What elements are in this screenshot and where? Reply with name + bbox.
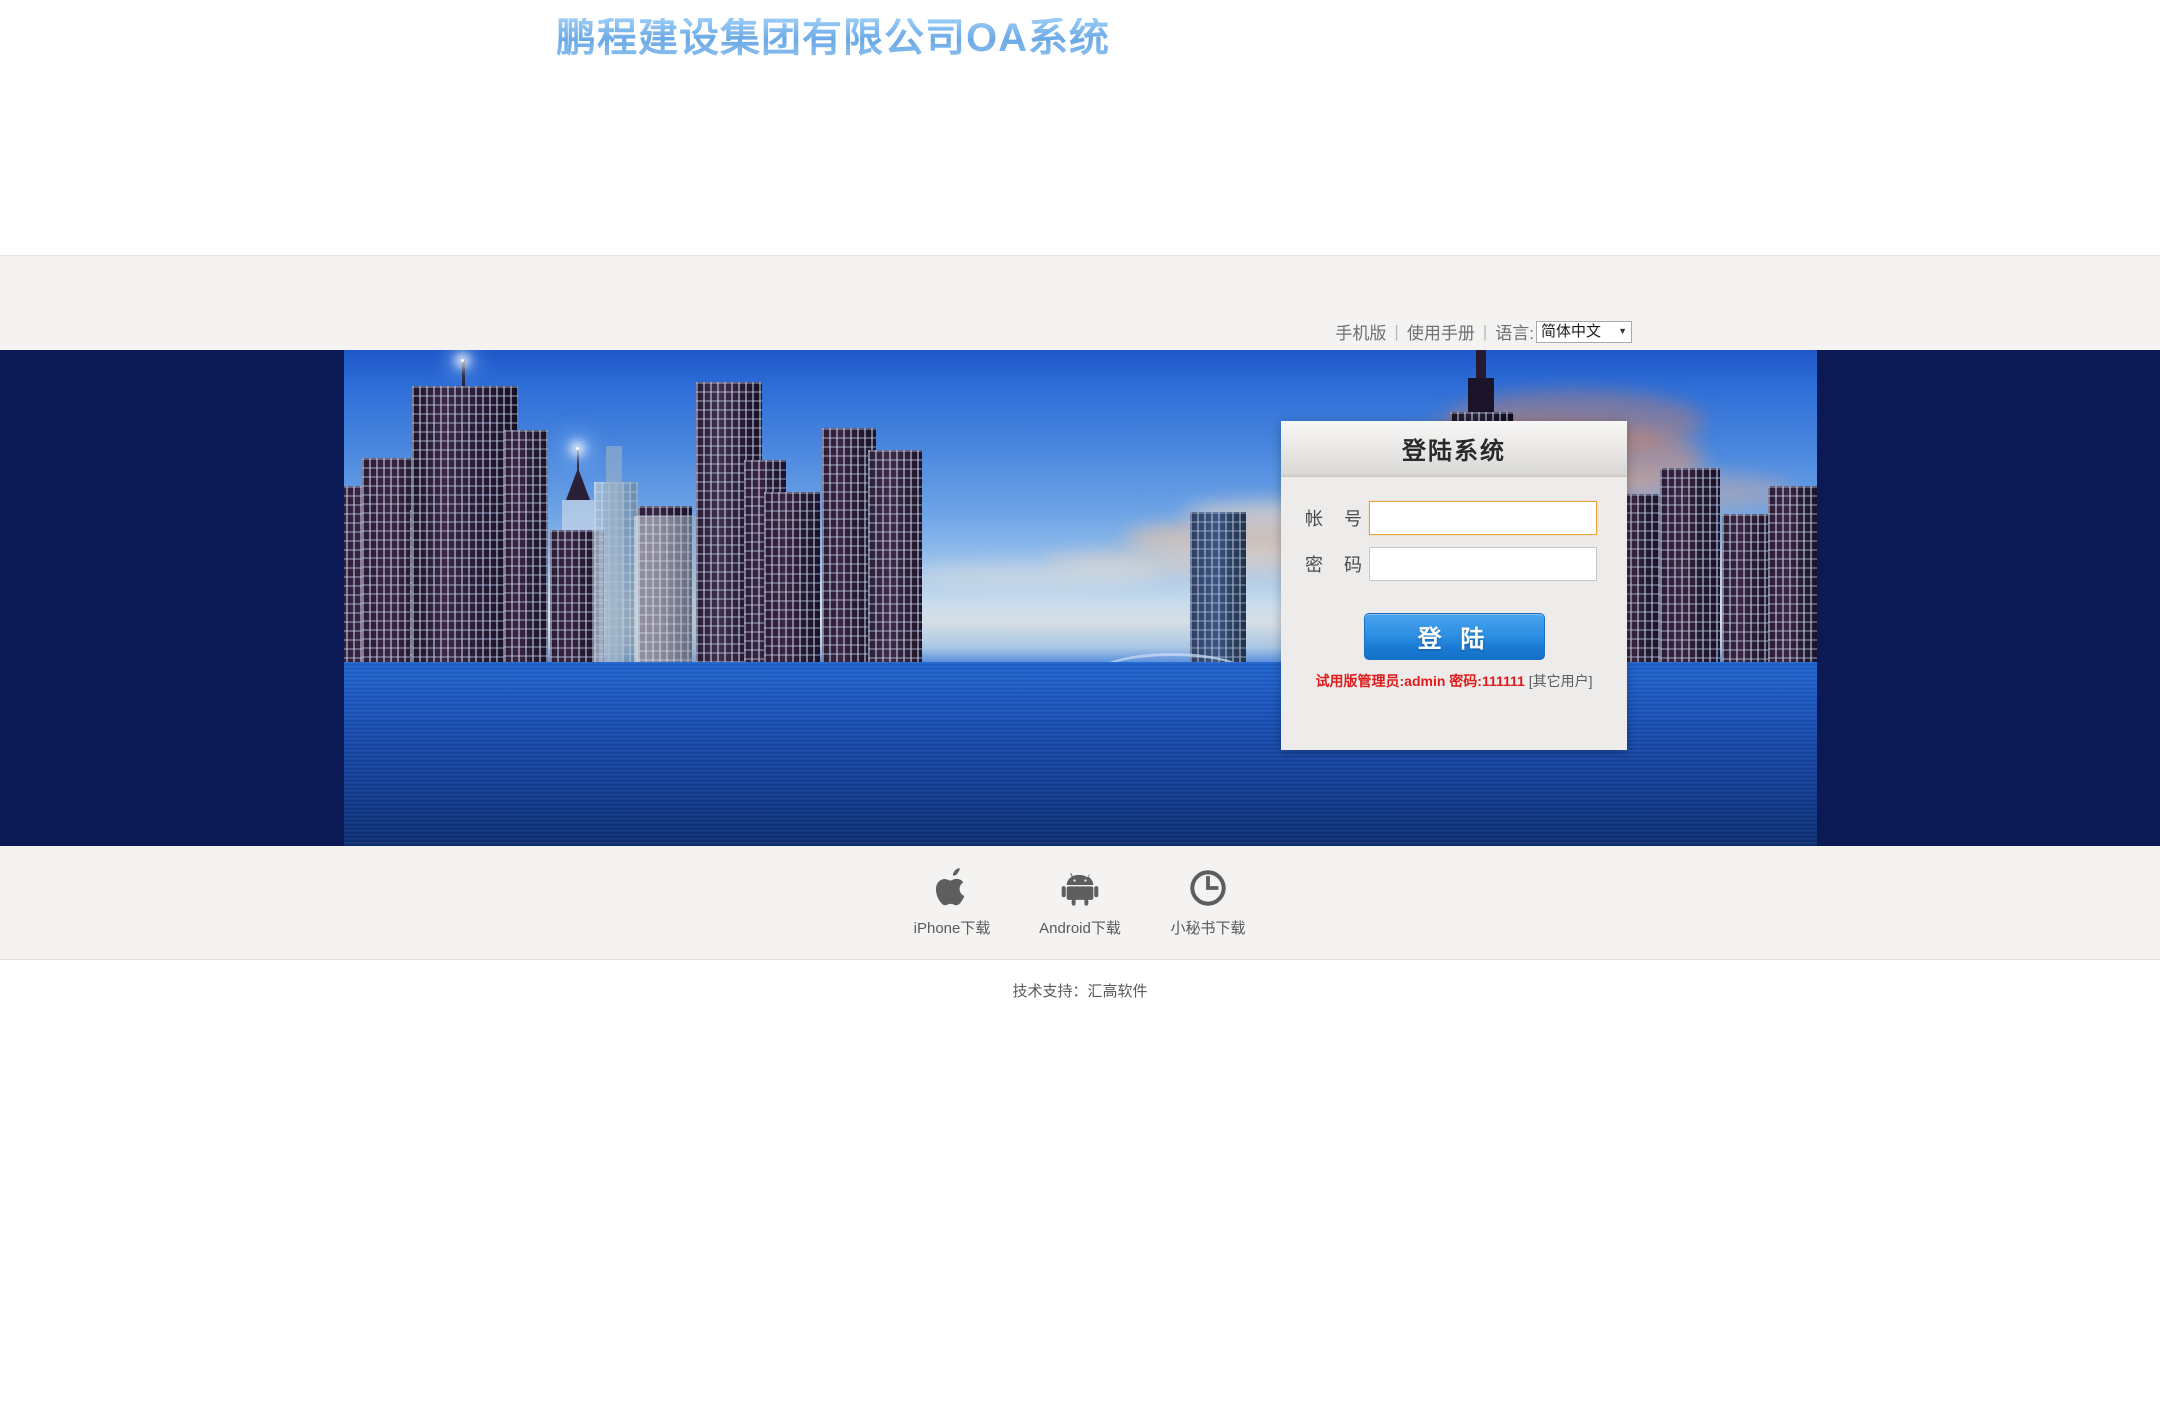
language-label: 语言: [1495,324,1534,343]
download-assistant-label: 小秘书下载 [1170,920,1246,937]
support-footer: 技术支持：汇高软件 [0,960,2160,1020]
clock-icon [1189,867,1227,909]
support-text: 技术支持：汇高软件 [1012,982,1148,1000]
download-assistant[interactable]: 小秘书下载 [1144,867,1272,938]
account-label: 帐 号 [1305,509,1371,529]
apple-icon [935,867,969,909]
page-header: 鹏程建设集团有限公司OA系统 手机版 | 使用手册 | 语言: 简体中文 ▼ [0,18,2160,350]
login-panel-heading: 登陆系统 [1281,421,1627,477]
nav-separator-1: | [1394,321,1399,341]
chevron-down-icon: ▼ [1618,326,1627,336]
nav-link-manual[interactable]: 使用手册 [1407,319,1475,344]
download-iphone[interactable]: iPhone下载 [888,867,1016,938]
nav-link-mobile[interactable]: 手机版 [1335,319,1386,344]
language-select[interactable]: 简体中文 ▼ [1536,320,1632,343]
account-input[interactable] [1369,501,1597,535]
download-android[interactable]: Android下载 [1016,867,1144,938]
android-icon [1061,867,1099,909]
submit-row: 登 陆 [1281,613,1627,660]
login-panel: 登陆系统 帐 号 密 码 登 陆 试用版管理员:admin 密码:111111 … [1281,421,1627,750]
nav-separator-2: | [1482,321,1488,341]
bottom-spacer [0,1020,2160,1420]
password-input[interactable] [1369,547,1597,581]
account-row: 帐 号 [1281,501,1627,535]
password-label: 密 码 [1305,555,1371,575]
demo-credentials-hint: 试用版管理员:admin 密码:111111 [其它用户] [1281,671,1627,691]
page-title: 鹏程建设集团有限公司OA系统 [556,16,1110,60]
password-row: 密 码 [1281,547,1627,581]
download-iphone-label: iPhone下载 [913,920,991,937]
app-download-bar: iPhone下载 Android下载 小秘书下载 [0,846,2160,960]
hero-banner: 登陆系统 帐 号 密 码 登 陆 试用版管理员:admin 密码:111111 … [0,350,2160,846]
other-users-link-wrap[interactable]: [其它用户] [1529,673,1593,689]
header-nav: 手机版 | 使用手册 | 语言: 简体中文 ▼ [1335,319,1632,344]
download-android-label: Android下载 [1039,920,1121,937]
other-users-link[interactable]: [其它用户] [1529,673,1593,689]
demo-credentials-text: 试用版管理员:admin 密码:111111 [1315,673,1525,689]
login-form: 帐 号 密 码 登 陆 试用版管理员:admin 密码:111111 [其它用户… [1281,477,1627,691]
login-button[interactable]: 登 陆 [1363,613,1545,660]
language-select-value: 简体中文 [1541,323,1602,340]
